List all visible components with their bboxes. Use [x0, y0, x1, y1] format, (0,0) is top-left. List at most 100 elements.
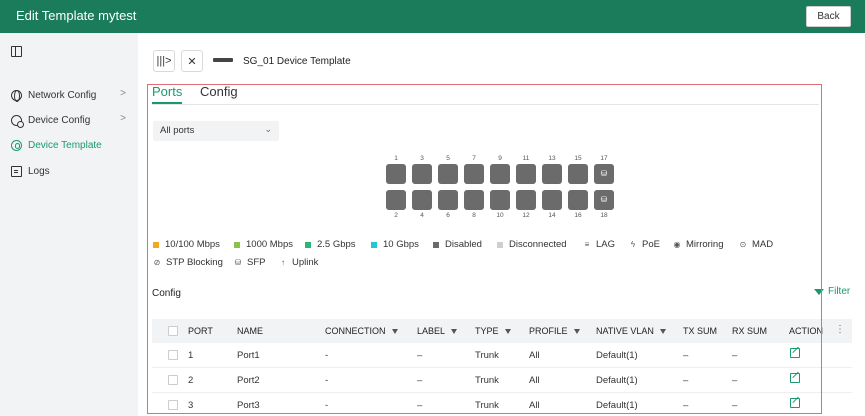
legend-item: ⊙ MAD [739, 239, 773, 250]
column-header[interactable]: PORT [188, 326, 213, 336]
switch-port[interactable] [412, 164, 432, 184]
tab-divider [152, 104, 819, 105]
switch-port[interactable] [464, 164, 484, 184]
edit-icon[interactable] [790, 373, 800, 383]
switch-port[interactable] [464, 190, 484, 210]
legend-item: 2.5 Gbps [305, 239, 356, 250]
row-checkbox[interactable] [168, 400, 178, 410]
cell-profile: All [529, 400, 540, 411]
edit-icon[interactable] [790, 348, 800, 358]
column-header-label: PORT [188, 326, 213, 336]
port-number-label: 12 [522, 212, 530, 219]
page-title: Edit Template mytest [16, 8, 137, 23]
switch-port[interactable] [386, 164, 406, 184]
tab-ports[interactable]: Ports [152, 84, 182, 99]
switch-port[interactable] [542, 190, 562, 210]
legend-label: Uplink [292, 257, 319, 268]
back-button[interactable]: Back [806, 6, 851, 27]
tab-config[interactable]: Config [200, 84, 238, 99]
switch-port[interactable] [490, 190, 510, 210]
legend-label: Disabled [445, 239, 482, 250]
row-checkbox[interactable] [168, 375, 178, 385]
chevron-down-icon: ⌄ [264, 124, 272, 134]
legend-item: ϟ PoE [629, 239, 660, 250]
column-filter-icon[interactable] [659, 328, 666, 334]
table-row[interactable]: 2 Port2 - – Trunk All Default(1) – – [152, 368, 852, 393]
column-header[interactable]: TX SUM [683, 326, 717, 336]
switch-port[interactable] [568, 190, 588, 210]
column-header-label: ACTION [789, 326, 824, 336]
switch-port[interactable] [386, 190, 406, 210]
row-checkbox[interactable] [168, 350, 178, 360]
close-button[interactable]: ✕ [181, 50, 203, 72]
port-number-label: 18 [600, 212, 608, 219]
legend-label: PoE [642, 239, 660, 250]
legend-label: Mirroring [686, 239, 724, 250]
switch-port[interactable] [542, 164, 562, 184]
cell-name: Port1 [237, 350, 260, 361]
legend-label: MAD [752, 239, 774, 250]
legend-item: Disabled [433, 239, 482, 250]
column-header-label: TX SUM [683, 326, 718, 336]
filter-icon [814, 288, 824, 295]
sidebar-item-network-config[interactable]: Network Config > [0, 84, 138, 106]
legend-label: Disconnected [509, 239, 567, 250]
sidebar-item-logs[interactable]: Logs [0, 160, 138, 182]
column-header[interactable]: NATIVE VLAN [596, 326, 666, 336]
table-header: PORT NAME CONNECTION LABEL TYPE PROFILE NATIVE… [152, 319, 852, 343]
switch-device-icon [213, 58, 233, 62]
edit-icon[interactable] [790, 398, 800, 408]
legend-item: ↑ Uplink [279, 257, 318, 268]
switch-port[interactable] [438, 164, 458, 184]
filter-button[interactable]: Filter [814, 286, 850, 297]
column-header-label: LABEL [417, 326, 446, 336]
column-filter-icon[interactable] [391, 328, 398, 334]
port-number-label: 13 [548, 155, 556, 162]
switch-port[interactable] [438, 190, 458, 210]
sfp-port[interactable]: ⛁ [594, 190, 614, 210]
legend-icon: ↑ [281, 258, 285, 267]
column-header-label: NATIVE VLAN [596, 326, 654, 336]
config-section-label: Config [152, 288, 181, 299]
switch-port[interactable] [412, 190, 432, 210]
sidebar-item-device-template[interactable]: Device Template [0, 134, 138, 156]
expand-panel-button[interactable]: |||> [153, 50, 175, 72]
column-filter-icon[interactable] [504, 328, 511, 334]
switch-port[interactable] [516, 164, 536, 184]
port-filter-select[interactable]: All ports ⌄ [153, 121, 279, 141]
cell-profile: All [529, 350, 540, 361]
column-header[interactable]: TYPE [475, 326, 511, 336]
select-all-checkbox[interactable] [168, 326, 178, 336]
table-row[interactable]: 1 Port1 - – Trunk All Default(1) – – [152, 343, 852, 368]
main-panel: |||> ✕ SG_01 Device Template Ports Confi… [138, 33, 865, 416]
legend-item: ⊘ STP Blocking [153, 257, 223, 268]
column-header[interactable]: PROFILE [529, 326, 580, 336]
sidebar-item-device-config[interactable]: Device Config > [0, 109, 138, 131]
switch-port[interactable] [516, 190, 536, 210]
device-template-title: SG_01 Device Template [243, 56, 351, 67]
column-header-label: CONNECTION [325, 326, 386, 336]
legend-icon: ≡ [584, 240, 590, 249]
cell-native-vlan: Default(1) [596, 400, 638, 411]
sfp-port[interactable]: ⛁ [594, 164, 614, 184]
sidebar-item-label: Network Config [28, 89, 97, 101]
cell-label: – [417, 350, 423, 361]
table-row[interactable]: 3 Port3 - – Trunk All Default(1) – – [152, 393, 852, 416]
column-header[interactable]: CONNECTION [325, 326, 398, 336]
legend-swatch [305, 241, 311, 248]
column-filter-icon[interactable] [451, 328, 458, 334]
legend-label: LAG [596, 239, 616, 250]
chevron-right-icon: > [120, 88, 126, 99]
column-header[interactable]: ACTION [789, 326, 823, 336]
column-settings-icon[interactable]: ⋮ [835, 324, 845, 335]
column-header[interactable]: LABEL [417, 326, 458, 336]
column-header[interactable]: RX SUM [732, 326, 767, 336]
sidebar-collapse-icon[interactable] [11, 46, 22, 57]
cell-port: 2 [188, 375, 194, 386]
switch-port[interactable] [490, 164, 510, 184]
legend-icon: ⊘ [153, 258, 161, 267]
port-number-label: 2 [394, 212, 398, 219]
column-header[interactable]: NAME [237, 326, 263, 336]
column-filter-icon[interactable] [573, 328, 580, 334]
switch-port[interactable] [568, 164, 588, 184]
